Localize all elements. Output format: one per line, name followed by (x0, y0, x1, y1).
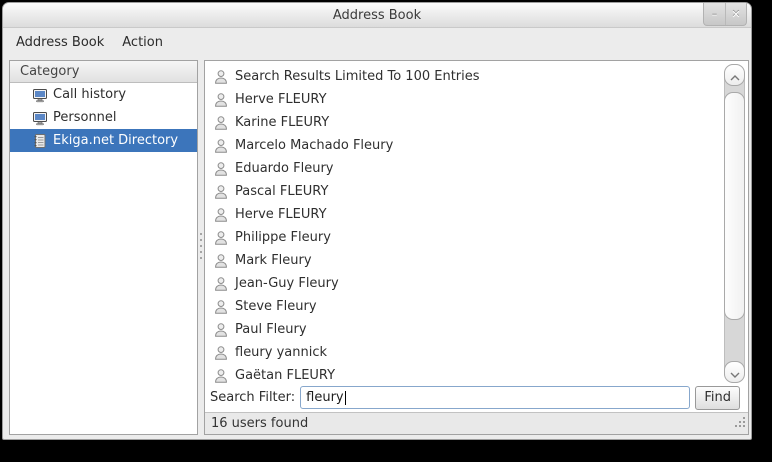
list-item-label: Herve FLEURY (235, 92, 327, 107)
category-panel: Category Call history Personnel Ekiga.net … (9, 60, 198, 435)
scrollbar-thumb[interactable] (724, 92, 745, 320)
address-book-window: Address Book – ✕ Address Book Action Cat… (2, 2, 752, 440)
window-controls: – ✕ (703, 3, 747, 26)
list-item[interactable]: Herve FLEURY (205, 88, 748, 111)
list-item-label: fleury yannick (235, 345, 328, 360)
person-icon (213, 276, 229, 292)
computer-icon (32, 110, 48, 126)
list-item[interactable]: Mark Fleury (205, 249, 748, 272)
status-text: 16 users found (211, 416, 309, 431)
directory-icon (32, 133, 48, 149)
menubar: Address Book Action (3, 29, 751, 55)
person-icon (213, 92, 229, 108)
close-button[interactable]: ✕ (725, 3, 746, 25)
person-icon (213, 230, 229, 246)
list-item-label: Jean-Guy Fleury (235, 276, 339, 291)
sidebar-item-label: Ekiga.net Directory (53, 133, 179, 148)
person-icon (213, 253, 229, 269)
list-item-label: Gaëtan FLEURY (235, 368, 336, 383)
list-item-label: Pascal FLEURY (235, 184, 329, 199)
list-item[interactable]: Eduardo Fleury (205, 157, 748, 180)
sidebar-list: Call history Personnel Ekiga.net Directory (10, 83, 197, 152)
search-filter-label: Search Filter: (210, 390, 296, 405)
person-icon (213, 69, 229, 85)
person-icon (213, 161, 229, 177)
list-item[interactable]: fleury yannick (205, 341, 748, 364)
list-item[interactable]: Philippe Fleury (205, 226, 748, 249)
list-item[interactable]: Search Results Limited To 100 Entries (205, 65, 748, 88)
list-item[interactable]: Jean-Guy Fleury (205, 272, 748, 295)
scroll-up-button[interactable] (724, 64, 745, 86)
sidebar-item-label: Call history (53, 87, 127, 102)
sidebar-item-label: Personnel (53, 110, 117, 125)
person-icon (213, 345, 229, 361)
category-column-header[interactable]: Category (10, 61, 197, 83)
menu-action[interactable]: Action (113, 32, 172, 53)
list-item[interactable]: Herve FLEURY (205, 203, 748, 226)
person-icon (213, 207, 229, 223)
list-item[interactable]: Karine FLEURY (205, 111, 748, 134)
minimize-button[interactable]: – (704, 3, 725, 25)
list-item[interactable]: Paul Fleury (205, 318, 748, 341)
person-icon (213, 115, 229, 131)
person-icon (213, 322, 229, 338)
computer-icon (32, 87, 48, 103)
list-item[interactable]: Marcelo Machado Fleury (205, 134, 748, 157)
text-caret (344, 390, 346, 405)
chevron-down-icon (730, 363, 740, 382)
sidebar-item-personnel[interactable]: Personnel (10, 106, 197, 129)
titlebar[interactable]: Address Book – ✕ (3, 3, 751, 28)
person-icon (213, 138, 229, 154)
contact-list: Search Results Limited To 100 Entries Her… (205, 61, 748, 385)
directory-panel: Search Results Limited To 100 Entries Her… (204, 60, 749, 435)
resize-grip-icon[interactable] (734, 413, 746, 432)
list-item-label: Eduardo Fleury (235, 161, 334, 176)
list-item-label: Mark Fleury (235, 253, 312, 268)
list-item-label: Philippe Fleury (235, 230, 331, 245)
list-item-label: Karine FLEURY (235, 115, 330, 130)
list-item-label: Search Results Limited To 100 Entries (235, 69, 480, 84)
list-item[interactable]: Pascal FLEURY (205, 180, 748, 203)
search-filter-row: Search Filter: fleury Find (205, 385, 748, 412)
search-filter-input[interactable]: fleury (300, 386, 691, 409)
status-bar: 16 users found (205, 412, 748, 434)
person-icon (213, 184, 229, 200)
sidebar-item-call-history[interactable]: Call history (10, 83, 197, 106)
person-icon (213, 368, 229, 384)
list-item-label: Herve FLEURY (235, 207, 327, 222)
screen: Address Book – ✕ Address Book Action Cat… (0, 0, 772, 462)
sidebar-item-ekiga-net-directory[interactable]: Ekiga.net Directory (10, 129, 197, 152)
list-item[interactable]: Gaëtan FLEURY (205, 364, 748, 385)
scroll-down-button[interactable] (724, 361, 745, 383)
menu-address-book[interactable]: Address Book (7, 32, 113, 53)
person-icon (213, 299, 229, 315)
pane-splitter[interactable] (199, 233, 203, 267)
vertical-scrollbar (724, 64, 745, 383)
window-title: Address Book (332, 8, 422, 23)
chevron-up-icon (730, 66, 740, 85)
list-item-label: Paul Fleury (235, 322, 307, 337)
list-item-label: Marcelo Machado Fleury (235, 138, 394, 153)
list-item-label: Steve Fleury (235, 299, 317, 314)
list-item[interactable]: Steve Fleury (205, 295, 748, 318)
search-filter-value: fleury (306, 390, 344, 405)
find-button[interactable]: Find (695, 385, 740, 410)
